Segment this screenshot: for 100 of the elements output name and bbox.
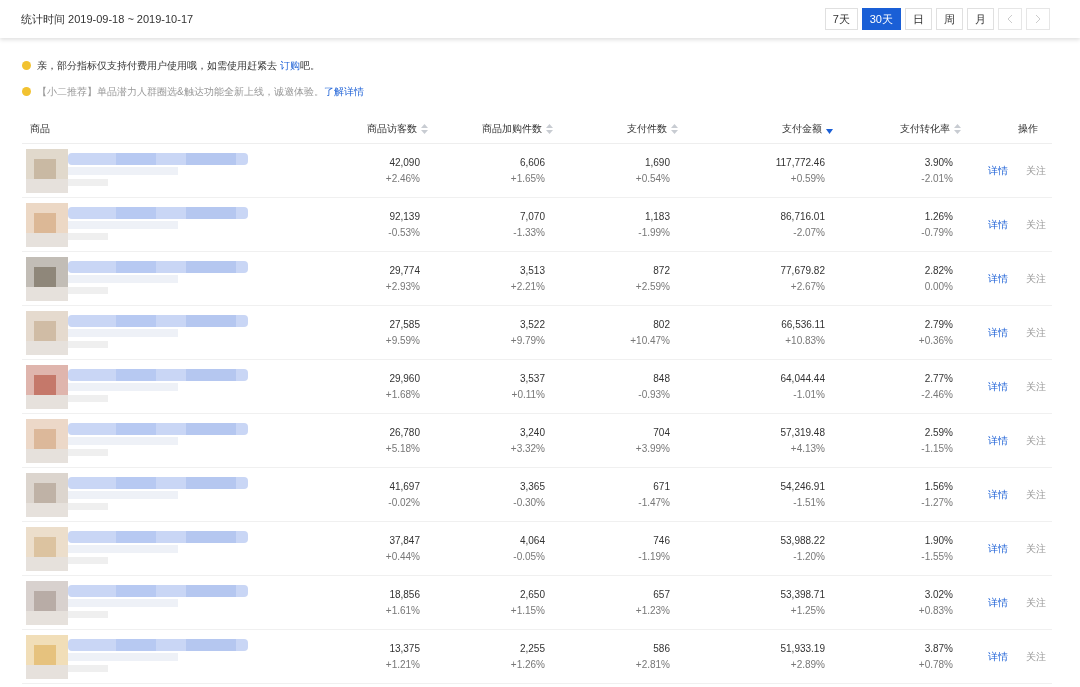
metric-change: -1.33% — [513, 225, 545, 240]
detail-link[interactable]: 详情 — [988, 541, 1008, 556]
metric-change: -0.02% — [388, 495, 420, 510]
metric-change: +2.89% — [790, 657, 825, 672]
metric-change: +1.21% — [385, 657, 420, 672]
metric-change: +3.32% — [510, 441, 545, 456]
metric-value: 1,183 — [644, 209, 670, 224]
metric-value: 3.90% — [924, 155, 953, 170]
detail-link[interactable]: 详情 — [988, 649, 1008, 664]
metric-value: 53,988.22 — [780, 533, 825, 548]
metric-value: 1.56% — [924, 479, 953, 494]
column-header[interactable]: 支付件数 — [627, 121, 678, 136]
metric-value: 42,090 — [389, 155, 420, 170]
column-header[interactable]: 支付转化率 — [900, 121, 961, 136]
column-header[interactable]: 商品访客数 — [367, 121, 428, 136]
metric-change: +9.79% — [510, 333, 545, 348]
metric-change: +0.44% — [385, 549, 420, 564]
detail-link[interactable]: 详情 — [988, 487, 1008, 502]
range-tab[interactable]: 30天 — [861, 8, 901, 30]
metric-change: +2.21% — [510, 279, 545, 294]
metric-value: 26,780 — [389, 425, 420, 440]
metric-value: 746 — [653, 533, 670, 548]
range-tab[interactable]: 周 — [936, 8, 963, 30]
metric-change: +1.68% — [385, 387, 420, 402]
metric-value: 41,697 — [389, 479, 420, 494]
metric-value: 2.77% — [924, 371, 953, 386]
range-tab[interactable]: 7天 — [824, 8, 858, 30]
metric-value: 872 — [653, 263, 670, 278]
notice-text: 【小二推荐】单品潜力人群圈选&触达功能全新上线，诚邀体验。了解详情 — [37, 84, 364, 99]
notice-link[interactable]: 订购 — [279, 59, 300, 71]
notice-text: 亲，部分指标仅支持付费用户使用哦，如需使用赶紧去 订购吧。 — [37, 58, 320, 73]
metric-change: -1.27% — [921, 495, 953, 510]
metric-change: +0.54% — [635, 171, 670, 186]
metric-change: -0.93% — [638, 387, 670, 402]
metric-value: 2.79% — [924, 317, 953, 332]
notice-icon — [22, 86, 31, 96]
detail-link[interactable]: 详情 — [988, 271, 1008, 286]
metric-change: 0.00% — [924, 279, 953, 294]
detail-link[interactable]: 详情 — [988, 325, 1008, 340]
metric-change: +1.15% — [510, 603, 545, 618]
metric-value: 4,064 — [519, 533, 545, 548]
notice-icon — [22, 60, 31, 70]
metric-value: 586 — [653, 641, 670, 656]
range-tab[interactable]: 月 — [967, 8, 994, 30]
column-header[interactable]: 商品加购件数 — [482, 121, 553, 136]
metric-value: 3,537 — [519, 371, 545, 386]
metric-change: -1.55% — [921, 549, 953, 564]
detail-link[interactable]: 详情 — [988, 433, 1008, 448]
metric-value: 2.82% — [924, 263, 953, 278]
column-header: 操作 — [1018, 122, 1038, 136]
metric-value: 2,650 — [519, 587, 545, 602]
metric-change: -0.05% — [513, 549, 545, 564]
metric-value: 117,772.46 — [775, 155, 825, 170]
metric-change: -2.07% — [793, 225, 825, 240]
metric-value: 27,585 — [389, 317, 420, 332]
metric-change: -1.51% — [793, 495, 825, 510]
metric-value: 848 — [653, 371, 670, 386]
metric-value: 3.87% — [924, 641, 953, 656]
metric-change: -1.01% — [793, 387, 825, 402]
metric-change: -1.47% — [638, 495, 670, 510]
metric-value: 29,774 — [389, 263, 420, 278]
metric-value: 7,070 — [519, 209, 545, 224]
detail-link[interactable]: 详情 — [988, 217, 1008, 232]
chevron-left-icon — [1007, 14, 1013, 24]
notice-link[interactable]: 了解详情 — [323, 85, 364, 97]
metric-value: 2.59% — [924, 425, 953, 440]
metric-change: +1.25% — [790, 603, 825, 618]
metric-value: 13,375 — [389, 641, 420, 656]
metric-value: 3.02% — [924, 587, 953, 602]
metric-value: 704 — [653, 425, 670, 440]
detail-link[interactable]: 详情 — [988, 163, 1008, 178]
detail-link[interactable]: 详情 — [988, 379, 1008, 394]
metric-change: -1.15% — [921, 441, 953, 456]
metric-change: +1.26% — [510, 657, 545, 672]
metric-value: 29,960 — [389, 371, 420, 386]
next-button[interactable] — [1026, 8, 1050, 30]
metric-value: 54,246.91 — [780, 479, 825, 494]
metric-change: +1.61% — [385, 603, 420, 618]
metric-value: 1.26% — [924, 209, 953, 224]
previous-button[interactable] — [998, 8, 1022, 30]
range-tab[interactable]: 日 — [905, 8, 932, 30]
metric-change: +1.65% — [510, 171, 545, 186]
metric-change: -2.46% — [921, 387, 953, 402]
metric-value: 802 — [653, 317, 670, 332]
metric-change: +10.47% — [630, 333, 670, 348]
metric-change: +5.18% — [385, 441, 420, 456]
metric-change: -0.53% — [388, 225, 420, 240]
metric-change: -0.79% — [921, 225, 953, 240]
metric-value: 57,319.48 — [780, 425, 825, 440]
metric-change: +9.59% — [385, 333, 420, 348]
column-header[interactable]: 支付金额 — [782, 121, 833, 136]
metric-value: 3,240 — [519, 425, 545, 440]
detail-link[interactable]: 详情 — [988, 595, 1008, 610]
metric-value: 77,679.82 — [780, 263, 825, 278]
metric-value: 66,536.11 — [781, 317, 825, 332]
metric-change: +1.23% — [635, 603, 670, 618]
period-text: 统计时间 2019-09-18 ~ 2019-10-17 — [21, 11, 194, 27]
metric-change: +0.83% — [918, 603, 953, 618]
metric-change: -1.99% — [638, 225, 670, 240]
column-header: 商品 — [30, 122, 50, 136]
